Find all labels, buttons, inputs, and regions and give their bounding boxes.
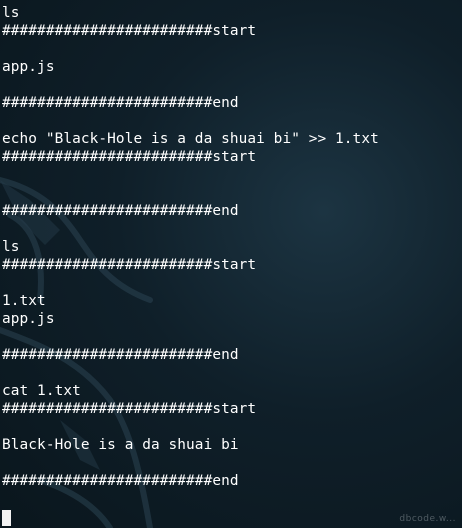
terminal-output[interactable]: ls ########################start app.js … [2, 0, 460, 528]
terminal-line: ls [2, 239, 20, 255]
terminal-line: ########################start [2, 401, 257, 417]
terminal-line: ########################end [2, 203, 239, 219]
terminal-line: ########################end [2, 473, 239, 489]
terminal-cursor[interactable] [2, 510, 11, 526]
terminal-line: Black-Hole is a da shuai bi [2, 437, 239, 453]
terminal-line: ls [2, 5, 20, 21]
terminal-line: 1.txt [2, 293, 46, 309]
terminal-line: ########################start [2, 23, 257, 39]
terminal-line: app.js [2, 59, 55, 75]
terminal-line: app.js [2, 311, 55, 327]
watermark: dbcode.w... [399, 514, 456, 524]
terminal-line: cat 1.txt [2, 383, 81, 399]
terminal-line: ########################start [2, 257, 257, 273]
terminal-line: ########################end [2, 95, 239, 111]
terminal-line: ########################end [2, 347, 239, 363]
terminal-line: echo "Black-Hole is a da shuai bi" >> 1.… [2, 131, 379, 147]
terminal-line: ########################start [2, 149, 257, 165]
